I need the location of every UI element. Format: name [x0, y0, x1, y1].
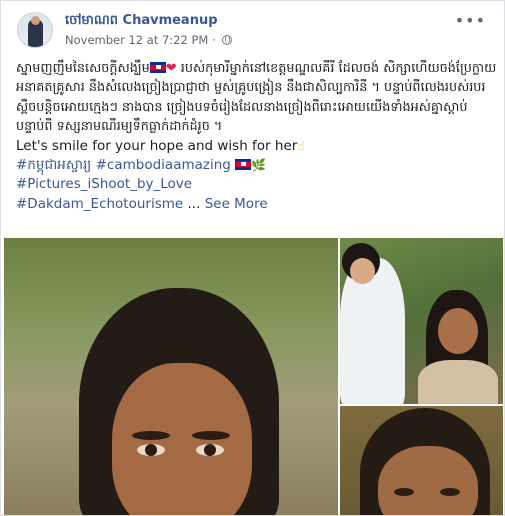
cambodia-flag-icon	[235, 159, 252, 171]
post-meta: November 12 at 7:22 PM ·	[65, 33, 233, 47]
pointing-hand-icon: ☝	[297, 138, 305, 153]
photo-brow	[132, 431, 170, 440]
photo-face	[378, 446, 478, 515]
post-header: ចៅមាណព Chavmeanup November 12 at 7:22 PM…	[14, 11, 494, 51]
hashtag-dakdam[interactable]: #Dakdam_Echotourisme	[16, 196, 183, 212]
khmer-line: របស់កុមារីម្នាក់នៅខេត្តមណ្ឌលគីរី ដែលចង់	[180, 61, 380, 76]
photo-grid	[1, 238, 504, 515]
facebook-post-card: ចៅមាណព Chavmeanup November 12 at 7:22 PM…	[0, 0, 505, 516]
avatar[interactable]	[17, 12, 53, 48]
more-options-icon[interactable]: •••	[455, 11, 486, 30]
globe-icon[interactable]	[222, 35, 233, 45]
english-line: Let's smile for your hope and wish for h…	[16, 137, 498, 156]
author-name[interactable]: ចៅមាណព Chavmeanup	[65, 12, 218, 31]
photo-eye	[440, 488, 460, 496]
photo-face	[112, 363, 252, 515]
photo-girl-face	[438, 308, 478, 354]
see-more-link[interactable]: See More	[205, 196, 268, 212]
main-photo[interactable]	[4, 238, 338, 515]
hashtag-cambodiaamazing[interactable]: #cambodiaamazing	[96, 157, 231, 173]
post-text: ស្នាមញញឹមនៃសេចក្តីសង្ឃឹម ❤ របស់កុមារីម្នា…	[16, 59, 498, 214]
photo-girl-face	[350, 258, 375, 284]
top-right-photo[interactable]	[340, 238, 503, 404]
hashtag-khmer[interactable]: #កម្ពុជាអស្ចារ្យ	[16, 157, 91, 173]
cambodia-flag-icon	[149, 62, 166, 73]
khmer-line: ស្នាមញញឹមនៃសេចក្តីសង្ឃឹម	[16, 61, 150, 76]
photo-brow	[192, 431, 230, 440]
photo-pupil	[204, 444, 216, 456]
khmer-line: ទស្សនាមណីរម្យទឹកធ្លាក់ដាក់ដំរូច ។	[56, 119, 223, 135]
hashtag-pictures[interactable]: #Pictures_iShoot_by_Love	[16, 176, 192, 192]
heart-icon: ❤	[165, 61, 177, 76]
ellipsis: ...	[187, 195, 201, 212]
avatar-head	[31, 16, 40, 25]
hashtag-line-2: #Pictures_iShoot_by_Love	[16, 175, 498, 194]
meta-separator: ·	[211, 33, 216, 47]
hashtag-line-3: #Dakdam_Echotourisme ... See More	[16, 195, 498, 214]
post-timestamp[interactable]: November 12 at 7:22 PM	[65, 33, 208, 47]
photo-girl-body	[418, 360, 498, 404]
leaf-icon: 🌿	[251, 158, 267, 173]
hashtag-line-1: #កម្ពុជាអស្ចារ្យ #cambodiaamazing 🌿	[16, 156, 498, 175]
photo-eye	[394, 488, 414, 496]
english-text: Let's smile for your hope and wish for h…	[16, 137, 298, 154]
photo-girl-shirt	[340, 258, 405, 404]
bottom-right-photo[interactable]	[340, 406, 503, 515]
photo-pupil	[145, 444, 157, 456]
khmer-paragraph: ស្នាមញញឹមនៃសេចក្តីសង្ឃឹម ❤ របស់កុមារីម្នា…	[16, 59, 498, 137]
